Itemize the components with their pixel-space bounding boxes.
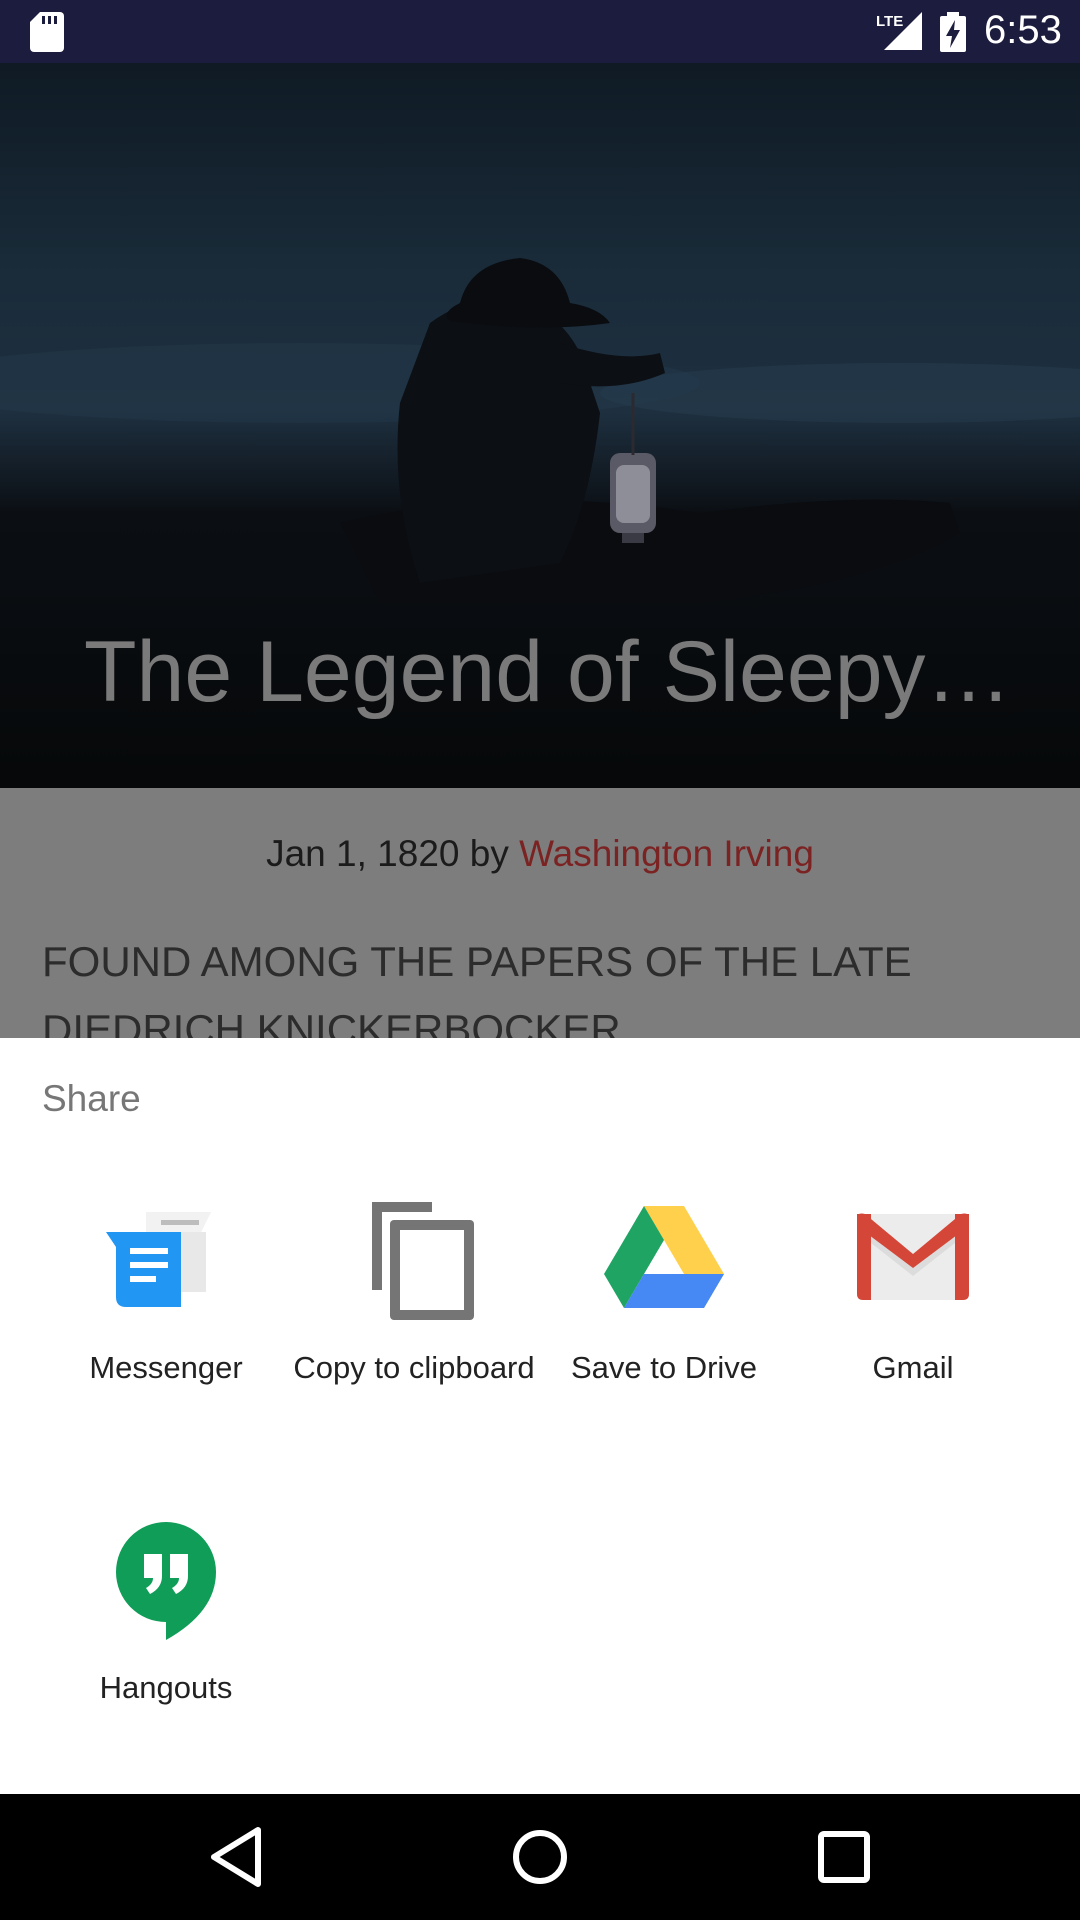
home-icon[interactable] xyxy=(507,1824,573,1890)
sd-card-icon xyxy=(30,12,64,52)
google-drive-icon xyxy=(604,1202,724,1322)
byline-date: Jan 1, 1820 by xyxy=(266,833,520,874)
lte-signal-icon: LTE xyxy=(876,12,922,50)
article-title: The Legend of Sleepy… xyxy=(84,624,1004,720)
navigation-bar xyxy=(0,1794,1080,1920)
messenger-icon xyxy=(106,1202,226,1322)
back-icon[interactable] xyxy=(204,1824,270,1890)
recents-icon[interactable] xyxy=(811,1824,877,1890)
share-sheet: Share Messenger Copy to clipboard Save t… xyxy=(0,1038,1080,1794)
gmail-icon xyxy=(853,1202,973,1322)
share-target-hangouts[interactable]: Hangouts xyxy=(41,1522,291,1742)
status-clock: 6:53 xyxy=(984,8,1062,52)
copy-icon xyxy=(354,1202,474,1322)
hangouts-icon xyxy=(106,1522,226,1642)
share-target-label: Copy to clipboard xyxy=(293,1350,535,1385)
article-byline: Jan 1, 1820 by Washington Irving xyxy=(0,833,1080,875)
share-target-label: Hangouts xyxy=(99,1670,233,1705)
share-target-label: Messenger xyxy=(89,1350,243,1385)
battery-charging-icon xyxy=(940,12,966,52)
share-target-gmail[interactable]: Gmail xyxy=(788,1202,1038,1422)
share-sheet-title: Share xyxy=(42,1078,141,1119)
share-target-messenger[interactable]: Messenger xyxy=(41,1202,291,1422)
share-target-save-to-drive[interactable]: Save to Drive xyxy=(539,1202,789,1422)
lte-label: LTE xyxy=(876,13,903,30)
article-hero-image: The Legend of Sleepy… xyxy=(0,63,1080,788)
share-target-label: Gmail xyxy=(872,1350,954,1385)
article-content: Jan 1, 1820 by Washington Irving FOUND A… xyxy=(0,788,1080,1038)
share-target-label: Save to Drive xyxy=(570,1350,758,1385)
author-link[interactable]: Washington Irving xyxy=(519,833,814,874)
status-bar: LTE 6:53 xyxy=(0,0,1080,63)
article-body-text: FOUND AMONG THE PAPERS OF THE LATE DIEDR… xyxy=(42,938,912,1038)
share-target-copy-to-clipboard[interactable]: Copy to clipboard xyxy=(289,1202,539,1422)
